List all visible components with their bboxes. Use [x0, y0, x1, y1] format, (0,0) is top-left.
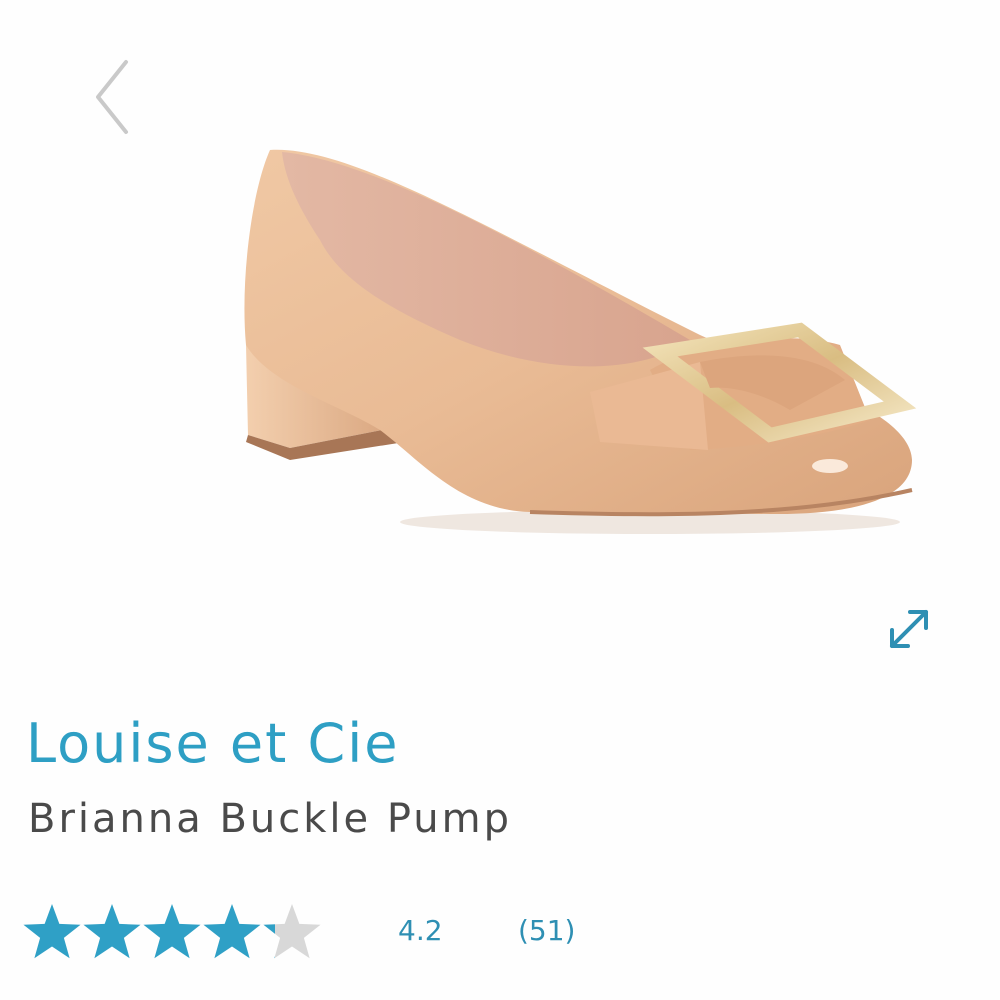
product-page: Louise et Cie Brianna Buckle Pump 4.2 (5…	[0, 0, 1000, 1000]
review-count-link[interactable]: (51)	[518, 914, 575, 947]
rating-row: 4.2 (51)	[22, 900, 982, 970]
expand-diagonal-icon[interactable]	[884, 604, 934, 654]
star-rating	[23, 904, 321, 959]
star-icon	[143, 904, 201, 959]
brand-name[interactable]: Louise et Cie	[26, 712, 399, 775]
product-image	[244, 149, 917, 534]
star-icon	[203, 904, 261, 959]
chevron-left-icon[interactable]	[88, 58, 136, 136]
product-title: Brianna Buckle Pump	[28, 796, 512, 842]
star-icon	[263, 904, 321, 959]
star-icon	[23, 904, 81, 959]
rating-value: 4.2	[398, 914, 443, 947]
star-icon	[83, 904, 141, 959]
